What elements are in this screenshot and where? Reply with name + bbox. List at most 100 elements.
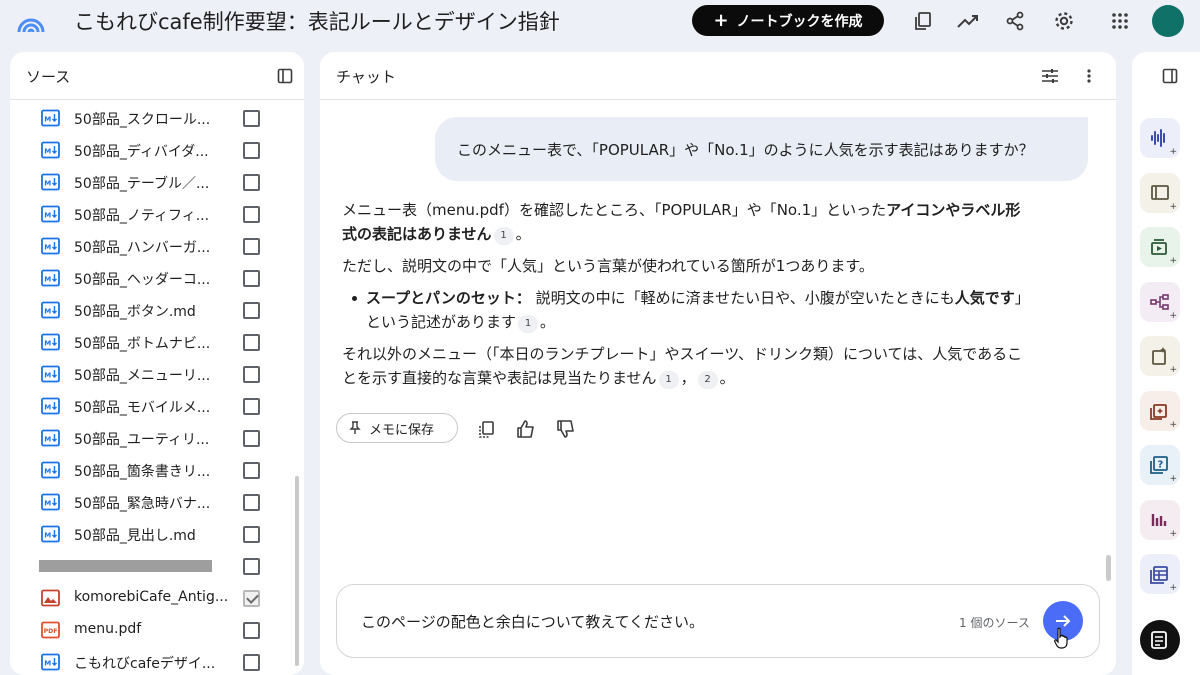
source-label: 50部品_ディバイダ...: [74, 144, 209, 160]
source-checkbox[interactable]: [243, 558, 260, 575]
source-checkbox[interactable]: [243, 654, 260, 671]
source-count: 1 個のソース: [959, 616, 1030, 630]
source-checkbox[interactable]: [243, 366, 260, 383]
share-icon[interactable]: [1002, 8, 1028, 34]
source-checkbox[interactable]: [243, 238, 260, 255]
source-item[interactable]: M 50部品_スクロール...: [10, 102, 304, 134]
video-overview-button[interactable]: +: [1140, 227, 1180, 267]
source-checkbox[interactable]: [243, 142, 260, 159]
source-checkbox[interactable]: [243, 590, 260, 607]
audio-overview-button[interactable]: +: [1140, 118, 1180, 158]
source-checkbox[interactable]: [243, 622, 260, 639]
chat-input-text[interactable]: このページの配色と余白について教えてください。: [361, 611, 704, 632]
chat-header: チャット: [320, 52, 1116, 100]
source-checkbox[interactable]: [243, 526, 260, 543]
source-item[interactable]: M 50部品_見出し.md: [10, 518, 304, 550]
tune-icon[interactable]: [1041, 68, 1059, 84]
citation-chip[interactable]: 1: [518, 315, 539, 333]
source-checkbox[interactable]: [243, 494, 260, 511]
copy-response-icon[interactable]: [476, 418, 498, 440]
source-checkbox[interactable]: [243, 270, 260, 287]
source-label: 50部品_モバイルメ...: [74, 400, 211, 416]
source-item[interactable]: M 50部品_ボトムナビ...: [10, 326, 304, 358]
create-notebook-button[interactable]: + ノートブックを作成: [692, 5, 884, 36]
apps-grid-icon[interactable]: [1107, 8, 1133, 34]
source-item[interactable]: komorebiCafe_Antig...: [10, 582, 304, 614]
flashcards-button[interactable]: +: [1140, 390, 1180, 431]
answer-paragraph-1: メニュー表（menu.pdf）を確認したところ、「POPULAR」や「No.1」…: [342, 198, 1032, 246]
source-item[interactable]: PDF menu.pdf: [10, 614, 304, 646]
source-label: 50部品_メニューリ...: [74, 368, 211, 384]
source-checkbox[interactable]: [243, 110, 260, 127]
source-label: 50部品_箇条書きリ...: [74, 464, 211, 480]
source-item[interactable]: M 50部品_ディバイダ...: [10, 134, 304, 166]
source-checkbox[interactable]: [243, 430, 260, 447]
source-checkbox[interactable]: [243, 334, 260, 351]
citation-chip[interactable]: 1: [658, 371, 679, 389]
infographic-button[interactable]: +: [1140, 499, 1180, 540]
source-checkbox[interactable]: [243, 206, 260, 223]
collapse-panel-icon[interactable]: [277, 68, 293, 84]
sources-scrollbar[interactable]: [295, 476, 299, 666]
source-item[interactable]: M こもれびcafeデザイ...: [10, 646, 304, 675]
create-notebook-label: ノートブックを作成: [736, 13, 863, 30]
add-note-button[interactable]: [1140, 620, 1180, 660]
svg-text:M: M: [44, 308, 51, 316]
svg-text:M: M: [44, 276, 51, 284]
source-item[interactable]: M 50部品_テーブル／...: [10, 166, 304, 198]
source-checkbox[interactable]: [243, 398, 260, 415]
citation-chip[interactable]: 2: [697, 371, 718, 389]
citation-chip[interactable]: 1: [493, 227, 514, 245]
notebook-logo-icon[interactable]: [16, 6, 46, 36]
avatar[interactable]: [1152, 5, 1184, 37]
slides-button[interactable]: +: [1140, 172, 1180, 213]
svg-text:M: M: [44, 468, 51, 476]
copy-icon[interactable]: [910, 8, 936, 34]
sources-header: ソース: [10, 52, 304, 100]
quiz-button[interactable]: ? +: [1140, 445, 1180, 485]
reports-button[interactable]: +: [1140, 336, 1180, 376]
plus-icon: +: [1169, 256, 1177, 266]
assistant-response: メニュー表（menu.pdf）を確認したところ、「POPULAR」や「No.1」…: [342, 198, 1032, 398]
chat-input[interactable]: このページの配色と余白について教えてください。 1 個のソース: [336, 584, 1100, 658]
source-item[interactable]: [10, 550, 304, 582]
markdown-doc-icon: M: [41, 525, 60, 543]
source-label: 50部品_スクロール...: [74, 112, 211, 128]
source-checkbox[interactable]: [243, 462, 260, 479]
save-to-note-label: メモに保存: [369, 422, 435, 438]
notebook-title[interactable]: こもれびcafe制作要望：表記ルールとデザイン指針: [74, 6, 560, 36]
expand-panel-icon[interactable]: [1162, 68, 1178, 84]
source-item[interactable]: M 50部品_ユーティリ...: [10, 422, 304, 454]
pin-icon: [349, 421, 361, 434]
markdown-doc-icon: M: [41, 461, 60, 479]
svg-text:M: M: [44, 660, 51, 668]
source-item[interactable]: M 50部品_ヘッダーコ...: [10, 262, 304, 294]
chat-scrollbar[interactable]: [1106, 555, 1111, 581]
settings-icon[interactable]: [1051, 8, 1077, 34]
source-item[interactable]: M 50部品_緊急時バナ...: [10, 486, 304, 518]
source-label: 50部品_ハンバーガ...: [74, 240, 211, 256]
source-item[interactable]: M 50部品_箇条書きリ...: [10, 454, 304, 486]
answer-text: メニュー表（menu.pdf）を確認したところ、「POPULAR」や「No.1」…: [342, 201, 887, 219]
svg-text:M: M: [44, 116, 51, 124]
source-checkbox[interactable]: [243, 174, 260, 191]
analytics-icon[interactable]: [955, 8, 981, 34]
thumbs-up-icon[interactable]: [515, 418, 537, 440]
source-item[interactable]: M 50部品_メニューリ...: [10, 358, 304, 390]
source-item[interactable]: M 50部品_ノティフィ...: [10, 198, 304, 230]
svg-text:M: M: [44, 404, 51, 412]
more-vert-icon[interactable]: [1086, 68, 1092, 84]
source-item[interactable]: M 50部品_モバイルメ...: [10, 390, 304, 422]
mind-map-button[interactable]: +: [1140, 281, 1180, 322]
sources-title: ソース: [26, 68, 71, 86]
sources-panel: ソース M 50部品_スクロール... M 50部品_ディバイダ... M 50部品_テー…: [10, 52, 304, 675]
data-table-button[interactable]: +: [1140, 554, 1180, 594]
svg-text:M: M: [44, 500, 51, 508]
source-item[interactable]: M 50部品_ハンバーガ...: [10, 230, 304, 262]
source-item[interactable]: M 50部品_ボタン.md: [10, 294, 304, 326]
source-checkbox[interactable]: [243, 302, 260, 319]
thumbs-down-icon[interactable]: [555, 418, 577, 440]
save-to-note-button[interactable]: メモに保存: [336, 413, 458, 443]
note-icon: [1151, 631, 1167, 649]
app-header: こもれびcafe制作要望：表記ルールとデザイン指針 + ノートブックを作成: [0, 0, 1200, 44]
